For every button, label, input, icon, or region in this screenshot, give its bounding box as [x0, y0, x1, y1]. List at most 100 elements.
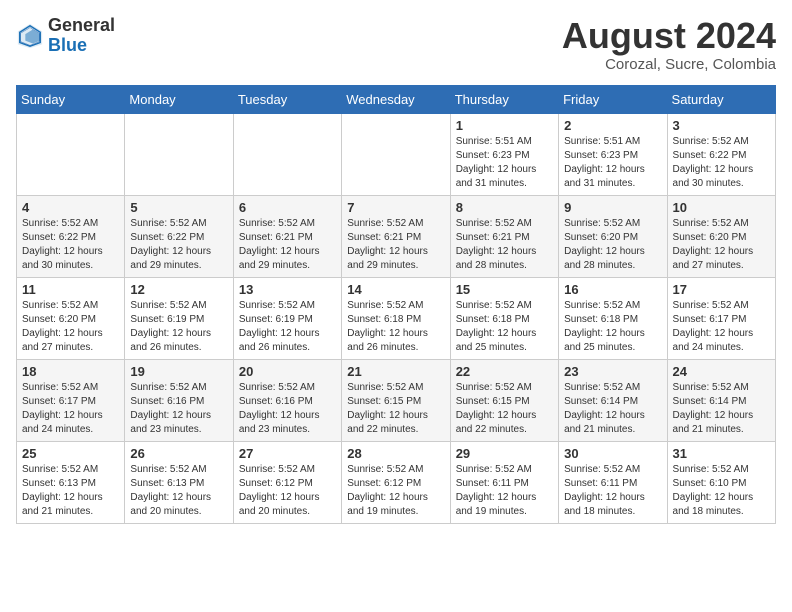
calendar-day-9: 9Sunrise: 5:52 AM Sunset: 6:20 PM Daylig…	[559, 195, 667, 277]
calendar-day-16: 16 Sunrise: 5:52 AM Sunset: 6:18 PM Dayli…	[559, 277, 667, 359]
calendar-day-8: 8Sunrise: 5:52 AM Sunset: 6:21 PM Daylig…	[450, 195, 558, 277]
calendar-day-17: 17 Sunrise: 5:52 AM Sunset: 6:17 PM Dayli…	[667, 277, 775, 359]
day-number: 16	[564, 282, 661, 297]
day-header-wednesday: Wednesday	[342, 85, 450, 113]
day-info: Sunrise: 5:52 AM Sunset: 6:19 PM Dayligh…	[130, 299, 227, 355]
calendar-table: SundayMondayTuesdayWednesdayThursdayFrid…	[16, 85, 776, 524]
day-number: 6	[239, 200, 336, 215]
calendar-day-7: 7 Sunrise: 5:52 AM Sunset: 6:21 PM Daylig…	[342, 195, 450, 277]
calendar-day-29: 29Sunrise: 5:52 AM Sunset: 6:11 PM Dayli…	[450, 441, 558, 523]
empty-cell	[125, 113, 233, 195]
day-number: 11	[22, 282, 119, 297]
day-info: Sunrise: 5:52 AM Sunset: 6:12 PM Dayligh…	[347, 463, 444, 519]
calendar-week-3: 11 Sunrise: 5:52 AM Sunset: 6:20 PM Dayli…	[17, 277, 776, 359]
day-header-friday: Friday	[559, 85, 667, 113]
day-number: 14	[347, 282, 444, 297]
day-number: 13	[239, 282, 336, 297]
day-info: Sunrise: 5:52 AM Sunset: 6:21 PM Dayligh…	[456, 217, 553, 273]
calendar-day-28: 28 Sunrise: 5:52 AM Sunset: 6:12 PM Dayli…	[342, 441, 450, 523]
logo: General Blue	[16, 16, 115, 56]
calendar-day-31: 31 Sunrise: 5:52 AM Sunset: 6:10 PM Dayli…	[667, 441, 775, 523]
day-number: 28	[347, 446, 444, 461]
day-number: 4	[22, 200, 119, 215]
day-info: Sunrise: 5:52 AM Sunset: 6:15 PM Dayligh…	[347, 381, 444, 437]
calendar-week-1: 1 Sunrise: 5:51 AM Sunset: 6:23 PM Daylig…	[17, 113, 776, 195]
month-year: August 2024	[562, 16, 776, 56]
day-number: 17	[673, 282, 770, 297]
day-info: Sunrise: 5:51 AM Sunset: 6:23 PM Dayligh…	[564, 135, 661, 191]
day-info: Sunrise: 5:52 AM Sunset: 6:13 PM Dayligh…	[130, 463, 227, 519]
day-number: 26	[130, 446, 227, 461]
day-number: 18	[22, 364, 119, 379]
day-info: Sunrise: 5:52 AM Sunset: 6:11 PM Dayligh…	[456, 463, 553, 519]
day-number: 23	[564, 364, 661, 379]
day-number: 31	[673, 446, 770, 461]
day-number: 2	[564, 118, 661, 133]
calendar-day-27: 27 Sunrise: 5:52 AM Sunset: 6:12 PM Dayli…	[233, 441, 341, 523]
page-header: General Blue August 2024 Corozal, Sucre,…	[16, 16, 776, 73]
day-header-thursday: Thursday	[450, 85, 558, 113]
day-number: 25	[22, 446, 119, 461]
calendar-day-19: 19 Sunrise: 5:52 AM Sunset: 6:16 PM Dayli…	[125, 359, 233, 441]
day-header-monday: Monday	[125, 85, 233, 113]
calendar-day-20: 20Sunrise: 5:52 AM Sunset: 6:16 PM Dayli…	[233, 359, 341, 441]
title-section: August 2024 Corozal, Sucre, Colombia	[562, 16, 776, 73]
day-info: Sunrise: 5:52 AM Sunset: 6:19 PM Dayligh…	[239, 299, 336, 355]
logo-general: General	[48, 16, 115, 36]
calendar-day-14: 14 Sunrise: 5:52 AM Sunset: 6:18 PM Dayli…	[342, 277, 450, 359]
calendar-day-11: 11 Sunrise: 5:52 AM Sunset: 6:20 PM Dayli…	[17, 277, 125, 359]
day-info: Sunrise: 5:52 AM Sunset: 6:22 PM Dayligh…	[130, 217, 227, 273]
calendar-day-3: 3 Sunrise: 5:52 AM Sunset: 6:22 PM Daylig…	[667, 113, 775, 195]
day-info: Sunrise: 5:51 AM Sunset: 6:23 PM Dayligh…	[456, 135, 553, 191]
day-number: 12	[130, 282, 227, 297]
day-info: Sunrise: 5:52 AM Sunset: 6:17 PM Dayligh…	[22, 381, 119, 437]
calendar-day-1: 1 Sunrise: 5:51 AM Sunset: 6:23 PM Daylig…	[450, 113, 558, 195]
day-info: Sunrise: 5:52 AM Sunset: 6:16 PM Dayligh…	[239, 381, 336, 437]
calendar-week-5: 25 Sunrise: 5:52 AM Sunset: 6:13 PM Dayli…	[17, 441, 776, 523]
calendar-header-row: SundayMondayTuesdayWednesdayThursdayFrid…	[17, 85, 776, 113]
calendar-day-12: 12 Sunrise: 5:52 AM Sunset: 6:19 PM Dayli…	[125, 277, 233, 359]
calendar-day-18: 18 Sunrise: 5:52 AM Sunset: 6:17 PM Dayli…	[17, 359, 125, 441]
day-info: Sunrise: 5:52 AM Sunset: 6:13 PM Dayligh…	[22, 463, 119, 519]
day-number: 10	[673, 200, 770, 215]
location: Corozal, Sucre, Colombia	[562, 56, 776, 73]
calendar-week-4: 18 Sunrise: 5:52 AM Sunset: 6:17 PM Dayli…	[17, 359, 776, 441]
calendar-day-25: 25 Sunrise: 5:52 AM Sunset: 6:13 PM Dayli…	[17, 441, 125, 523]
calendar-day-10: 10 Sunrise: 5:52 AM Sunset: 6:20 PM Dayli…	[667, 195, 775, 277]
logo-blue: Blue	[48, 36, 115, 56]
day-header-tuesday: Tuesday	[233, 85, 341, 113]
day-info: Sunrise: 5:52 AM Sunset: 6:20 PM Dayligh…	[673, 217, 770, 273]
empty-cell	[342, 113, 450, 195]
calendar-week-2: 4 Sunrise: 5:52 AM Sunset: 6:22 PM Daylig…	[17, 195, 776, 277]
day-info: Sunrise: 5:52 AM Sunset: 6:12 PM Dayligh…	[239, 463, 336, 519]
day-number: 27	[239, 446, 336, 461]
day-info: Sunrise: 5:52 AM Sunset: 6:17 PM Dayligh…	[673, 299, 770, 355]
day-info: Sunrise: 5:52 AM Sunset: 6:22 PM Dayligh…	[673, 135, 770, 191]
logo-icon	[16, 22, 44, 50]
calendar-day-30: 30 Sunrise: 5:52 AM Sunset: 6:11 PM Dayli…	[559, 441, 667, 523]
day-info: Sunrise: 5:52 AM Sunset: 6:11 PM Dayligh…	[564, 463, 661, 519]
day-info: Sunrise: 5:52 AM Sunset: 6:10 PM Dayligh…	[673, 463, 770, 519]
day-info: Sunrise: 5:52 AM Sunset: 6:18 PM Dayligh…	[456, 299, 553, 355]
calendar-day-5: 5 Sunrise: 5:52 AM Sunset: 6:22 PM Daylig…	[125, 195, 233, 277]
calendar-day-13: 13 Sunrise: 5:52 AM Sunset: 6:19 PM Dayli…	[233, 277, 341, 359]
day-info: Sunrise: 5:52 AM Sunset: 6:18 PM Dayligh…	[347, 299, 444, 355]
logo-text: General Blue	[48, 16, 115, 56]
calendar-day-26: 26 Sunrise: 5:52 AM Sunset: 6:13 PM Dayli…	[125, 441, 233, 523]
day-number: 19	[130, 364, 227, 379]
day-number: 30	[564, 446, 661, 461]
calendar-day-2: 2 Sunrise: 5:51 AM Sunset: 6:23 PM Daylig…	[559, 113, 667, 195]
day-number: 7	[347, 200, 444, 215]
day-number: 1	[456, 118, 553, 133]
day-info: Sunrise: 5:52 AM Sunset: 6:21 PM Dayligh…	[347, 217, 444, 273]
calendar-day-21: 21Sunrise: 5:52 AM Sunset: 6:15 PM Dayli…	[342, 359, 450, 441]
day-info: Sunrise: 5:52 AM Sunset: 6:18 PM Dayligh…	[564, 299, 661, 355]
day-info: Sunrise: 5:52 AM Sunset: 6:16 PM Dayligh…	[130, 381, 227, 437]
day-info: Sunrise: 5:52 AM Sunset: 6:20 PM Dayligh…	[22, 299, 119, 355]
day-info: Sunrise: 5:52 AM Sunset: 6:15 PM Dayligh…	[456, 381, 553, 437]
day-info: Sunrise: 5:52 AM Sunset: 6:20 PM Dayligh…	[564, 217, 661, 273]
empty-cell	[17, 113, 125, 195]
day-number: 3	[673, 118, 770, 133]
day-number: 5	[130, 200, 227, 215]
day-info: Sunrise: 5:52 AM Sunset: 6:14 PM Dayligh…	[564, 381, 661, 437]
